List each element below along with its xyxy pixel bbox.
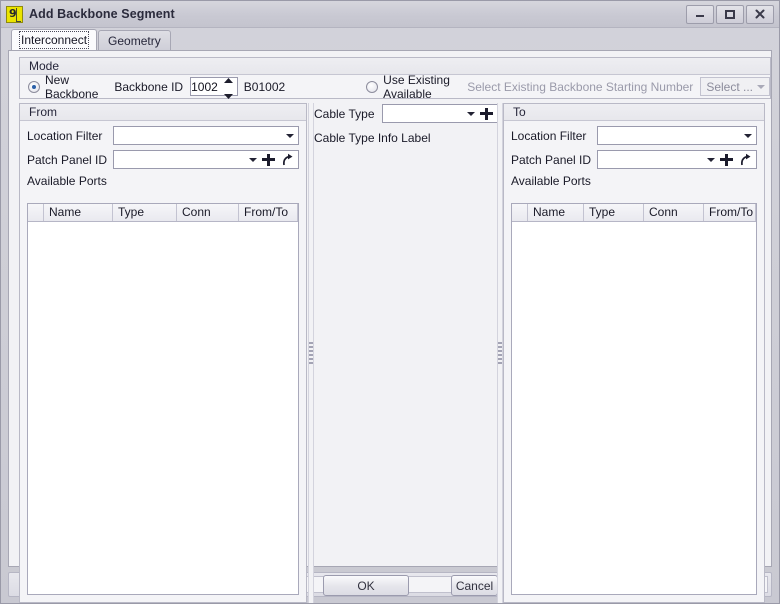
- cable-type-combo[interactable]: [381, 104, 498, 123]
- from-group: From Location Filter Patch Panel ID Avai…: [19, 103, 307, 603]
- window-title: Add Backbone Segment: [29, 7, 175, 21]
- to-patch-panel-label: Patch Panel ID: [511, 152, 592, 167]
- from-col-type[interactable]: Type: [113, 204, 177, 221]
- to-col-type[interactable]: Type: [584, 204, 644, 221]
- to-location-filter-row: Location Filter: [511, 126, 757, 145]
- to-available-ports-table[interactable]: Name Type Conn From/To: [511, 203, 757, 595]
- maximize-icon[interactable]: [716, 4, 744, 24]
- from-location-filter-combo[interactable]: [113, 126, 299, 145]
- close-icon[interactable]: [746, 4, 774, 24]
- tab-geometry-label: Geometry: [108, 33, 161, 48]
- window-controls: [686, 4, 776, 24]
- to-col-conn[interactable]: Conn: [644, 204, 704, 221]
- to-goto-patch-panel-icon[interactable]: [739, 153, 752, 167]
- from-col-conn[interactable]: Conn: [177, 204, 239, 221]
- from-col-fromto[interactable]: From/To: [239, 204, 298, 221]
- to-group: To Location Filter Patch Panel ID Availa…: [503, 103, 765, 603]
- from-location-filter-label: Location Filter: [27, 128, 103, 143]
- from-available-ports-label: Available Ports: [27, 174, 107, 188]
- cable-type-label: Cable Type: [314, 106, 375, 121]
- to-col-name[interactable]: Name: [528, 204, 584, 221]
- radio-new-backbone-label: New Backbone: [45, 72, 99, 101]
- from-col-select[interactable]: [28, 204, 44, 221]
- from-available-ports-table[interactable]: Name Type Conn From/To: [27, 203, 299, 595]
- to-col-select[interactable]: [512, 204, 528, 221]
- ok-button[interactable]: OK: [323, 575, 409, 596]
- title-bar: Add Backbone Segment: [1, 1, 779, 28]
- tab-geometry[interactable]: Geometry: [98, 30, 171, 50]
- backbone-id-label: Backbone ID: [114, 79, 184, 94]
- radio-new-backbone[interactable]: New Backbone: [28, 73, 98, 101]
- chevron-down-icon[interactable]: [707, 157, 715, 162]
- ok-button-label: OK: [357, 578, 375, 593]
- app-icon: [6, 5, 23, 23]
- from-location-filter-row: Location Filter: [27, 126, 299, 145]
- from-goto-patch-panel-icon[interactable]: [281, 153, 294, 167]
- from-table-header: Name Type Conn From/To: [28, 204, 298, 222]
- tab-panel-interconnect: Mode New Backbone Backbone ID 1002 B0100…: [8, 50, 772, 603]
- add-cable-type-icon[interactable]: [480, 107, 493, 121]
- backbone-id-value: 1002: [191, 79, 218, 94]
- cable-type-info-label: Cable Type Info Label: [314, 131, 431, 145]
- from-add-patch-panel-icon[interactable]: [262, 153, 275, 167]
- to-col-fromto[interactable]: From/To: [704, 204, 756, 221]
- to-group-title: To: [504, 104, 764, 121]
- to-patch-panel-row: Patch Panel ID: [511, 150, 757, 169]
- from-col-name[interactable]: Name: [44, 204, 113, 221]
- to-group-body: Location Filter Patch Panel ID Available…: [504, 121, 764, 602]
- tab-interconnect[interactable]: Interconnect: [11, 29, 98, 50]
- radio-use-existing-label: Use Existing Available: [383, 72, 450, 101]
- chevron-down-icon[interactable]: [286, 133, 294, 138]
- tab-interconnect-label: Interconnect: [18, 31, 90, 49]
- select-existing-value: Select ...: [706, 79, 753, 94]
- from-table-body[interactable]: [28, 222, 298, 594]
- stepper-arrows-icon[interactable]: [222, 77, 237, 99]
- chevron-down-icon[interactable]: [744, 133, 752, 138]
- backbone-code-text: B01002: [243, 79, 286, 94]
- backbone-id-stepper[interactable]: 1002: [190, 77, 238, 99]
- chevron-down-icon[interactable]: [467, 111, 475, 116]
- to-table-body[interactable]: [512, 222, 756, 594]
- select-existing-combo: Select ...: [700, 77, 770, 96]
- from-patch-panel-combo[interactable]: [113, 150, 299, 169]
- from-patch-panel-label: Patch Panel ID: [27, 152, 108, 167]
- minimize-icon[interactable]: [686, 4, 714, 24]
- to-available-ports-label: Available Ports: [511, 174, 591, 188]
- chevron-down-icon: [757, 84, 765, 89]
- to-location-filter-combo[interactable]: [597, 126, 757, 145]
- from-group-title: From: [20, 104, 306, 121]
- chevron-down-icon[interactable]: [249, 157, 257, 162]
- radio-new-backbone-indicator: [28, 80, 40, 93]
- to-table-header: Name Type Conn From/To: [512, 204, 756, 222]
- radio-use-existing[interactable]: Use Existing Available: [366, 73, 451, 101]
- mode-group-body: New Backbone Backbone ID 1002 B01002 Use…: [20, 73, 770, 101]
- splitter-grip-icon: [309, 342, 313, 364]
- cancel-button[interactable]: Cancel: [451, 575, 498, 596]
- dialog-window: Add Backbone Segment Interconnect Geomet…: [0, 0, 780, 604]
- select-existing-label: Select Existing Backbone Starting Number: [467, 79, 694, 94]
- radio-use-existing-indicator: [366, 80, 379, 93]
- to-patch-panel-combo[interactable]: [597, 150, 757, 169]
- cancel-button-label: Cancel: [455, 578, 494, 593]
- from-group-body: Location Filter Patch Panel ID Available…: [20, 121, 306, 602]
- from-patch-panel-row: Patch Panel ID: [27, 150, 299, 169]
- to-add-patch-panel-icon[interactable]: [720, 153, 733, 167]
- center-panel: Cable Type Cable Type Info Label OK Canc…: [314, 103, 498, 603]
- to-location-filter-label: Location Filter: [511, 128, 587, 143]
- splitter-grip-icon: [498, 342, 502, 364]
- cable-type-row: Cable Type: [314, 104, 498, 123]
- mode-group: Mode New Backbone Backbone ID 1002 B0100…: [19, 57, 771, 101]
- tab-strip: Interconnect Geometry: [1, 28, 779, 50]
